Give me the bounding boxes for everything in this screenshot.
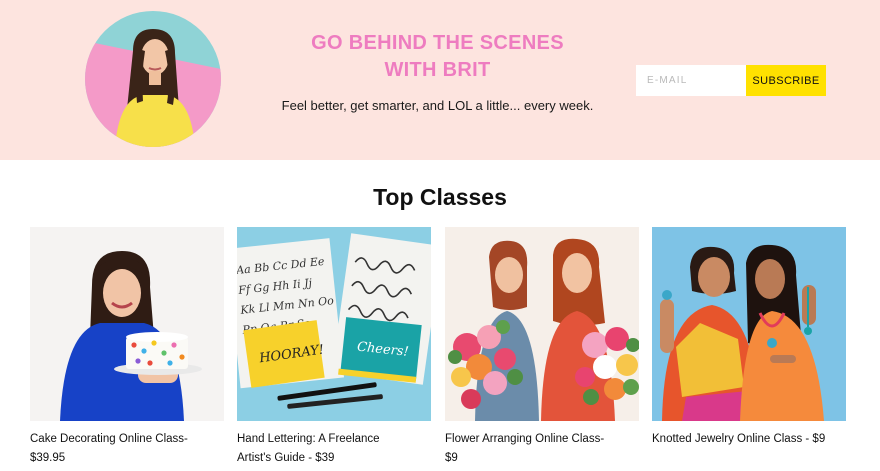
newsletter-subtitle: Feel better, get smarter, and LOL a litt… [281,98,594,113]
newsletter-title-line1: GO BEHIND THE SCENES [311,32,564,54]
class-caption[interactable]: Knotted Jewelry Online Class - $9 [652,430,846,449]
email-field[interactable] [636,65,746,96]
class-price[interactable]: Artist's Guide - $39 [237,449,431,468]
class-price[interactable]: $9 [445,449,639,468]
class-caption[interactable]: Cake Decorating Online Class- $39.95 [30,430,224,468]
class-caption[interactable]: Hand Lettering: A Freelance Artist's Gui… [237,430,431,468]
newsletter-banner: GO BEHIND THE SCENES WITH BRIT Feel bett… [0,0,880,160]
class-title[interactable]: Hand Lettering: A Freelance [237,430,431,449]
class-title[interactable]: Flower Arranging Online Class- [445,430,639,449]
class-thumbnail-jewelry[interactable] [652,227,846,421]
class-card-hand-lettering[interactable]: Aa Bb Cc Dd Ee Ff Gg Hh Ii Jj Kk Ll Mm N… [237,227,431,468]
class-title[interactable]: Knotted Jewelry Online Class - $9 [652,430,846,449]
class-card-knotted-jewelry[interactable]: Knotted Jewelry Online Class - $9 [652,227,846,449]
class-caption[interactable]: Flower Arranging Online Class- $9 [445,430,639,468]
class-card-cake-decorating[interactable]: Cake Decorating Online Class- $39.95 [30,227,224,468]
newsletter-title: GO BEHIND THE SCENES WITH BRIT [250,30,625,84]
class-thumbnail-flowers[interactable] [445,227,639,421]
brit-avatar [85,11,221,147]
subscribe-button[interactable]: SUBSCRIBE [746,65,826,96]
section-title-top-classes: Top Classes [373,184,507,210]
class-price[interactable]: $39.95 [30,449,224,468]
class-thumbnail-cake[interactable] [30,227,224,421]
newsletter-title-line2: WITH BRIT [384,59,491,81]
class-title[interactable]: Cake Decorating Online Class- [30,430,224,449]
class-thumbnail-lettering[interactable]: Aa Bb Cc Dd Ee Ff Gg Hh Ii Jj Kk Ll Mm N… [237,227,431,421]
class-card-flower-arranging[interactable]: Flower Arranging Online Class- $9 [445,227,639,468]
